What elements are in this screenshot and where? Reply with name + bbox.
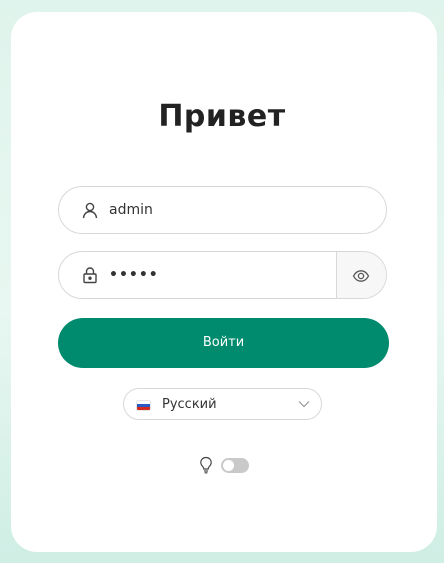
password-input[interactable] — [109, 252, 329, 298]
password-field[interactable] — [58, 251, 387, 299]
eye-icon — [352, 270, 370, 282]
dark-mode-toggle[interactable] — [221, 458, 249, 473]
toggle-knob — [223, 460, 234, 471]
username-field[interactable] — [58, 186, 387, 234]
language-select[interactable]: Русский — [123, 388, 322, 420]
language-label: Русский — [162, 397, 217, 412]
page-title: Привет — [158, 99, 286, 134]
flag-ru-icon — [137, 401, 150, 410]
lock-icon — [81, 266, 99, 284]
show-password-button[interactable] — [336, 252, 386, 298]
user-icon — [81, 201, 99, 219]
login-button[interactable]: Войти — [58, 318, 389, 368]
theme-toggle-row — [199, 456, 259, 474]
chevron-down-icon — [298, 401, 310, 408]
username-input[interactable] — [109, 187, 329, 233]
lightbulb-icon — [200, 456, 212, 474]
